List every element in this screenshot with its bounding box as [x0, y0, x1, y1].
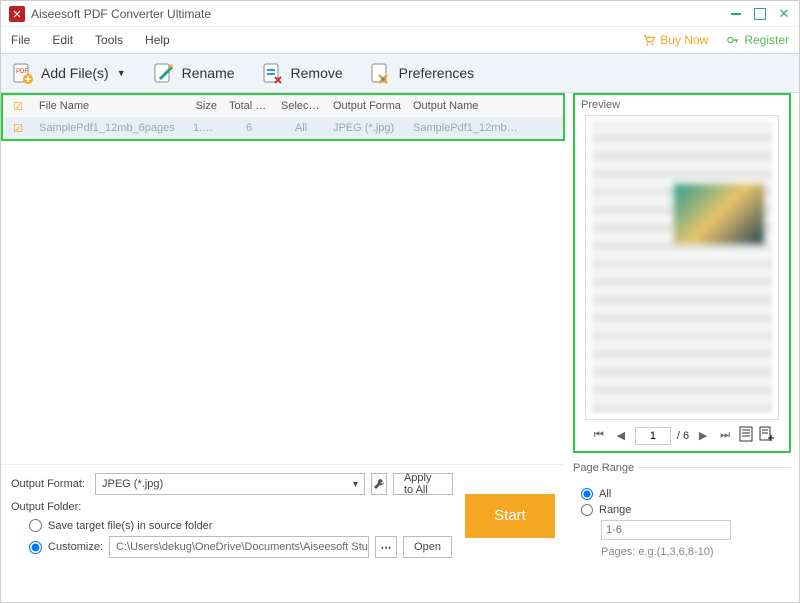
- add-page-icon[interactable]: [759, 426, 773, 445]
- preferences-button[interactable]: Preferences: [369, 61, 474, 85]
- table-header: ☑ File Name Size Total Pag Selected Outp…: [1, 93, 565, 117]
- preview-image: [585, 115, 779, 420]
- preferences-label: Preferences: [399, 65, 474, 81]
- remove-button[interactable]: Remove: [261, 61, 343, 85]
- row-selected: All: [275, 122, 327, 134]
- page-range-hint: Pages: e.g.(1,3,6,8-10): [601, 546, 791, 558]
- next-page-button[interactable]: ▶: [695, 429, 711, 442]
- row-size: 1.12 MB: [187, 122, 223, 134]
- customize-label: Customize:: [48, 541, 103, 553]
- page-range-heading: Page Range: [573, 462, 638, 474]
- output-format-value: JPEG (*.jpg): [102, 478, 163, 490]
- header-size[interactable]: Size: [187, 100, 223, 112]
- preview-title: Preview: [581, 99, 783, 111]
- page-range-range-label: Range: [599, 504, 631, 516]
- header-output-name[interactable]: Output Name: [407, 100, 527, 112]
- dropdown-caret-icon: ▼: [117, 68, 126, 78]
- single-page-icon[interactable]: [739, 426, 753, 445]
- menu-tools[interactable]: Tools: [95, 33, 123, 47]
- customize-radio[interactable]: [29, 541, 42, 554]
- preview-panel: Preview ⏮ ◀ / 6 ▶ ⏭: [573, 93, 791, 453]
- buy-now-link[interactable]: Buy Now: [642, 33, 708, 47]
- page-range-all-radio[interactable]: [581, 488, 593, 500]
- output-format-label: Output Format:: [11, 478, 89, 490]
- header-output-format[interactable]: Output Forma: [327, 100, 407, 112]
- menu-file[interactable]: File: [11, 33, 30, 47]
- row-checkbox[interactable]: ☑: [3, 122, 33, 135]
- minimize-button[interactable]: [729, 7, 743, 21]
- toolbar: PDF Add File(s) ▼ Rename Remove Preferen…: [1, 53, 799, 93]
- header-checkbox[interactable]: ☑: [3, 100, 33, 113]
- menubar: File Edit Tools Help Buy Now Register: [1, 27, 799, 53]
- select-caret-icon: ▾: [353, 479, 358, 490]
- save-source-label: Save target file(s) in source folder: [48, 520, 212, 532]
- rename-icon: [152, 61, 176, 85]
- app-icon: [9, 6, 25, 22]
- bottom-panel: Output Format: JPEG (*.jpg) ▾ Apply to A…: [1, 464, 565, 566]
- register-label: Register: [744, 33, 789, 47]
- buy-now-label: Buy Now: [660, 33, 708, 47]
- file-rows-highlight: ☑ SamplePdf1_12mb_6pages 1.12 MB 6 All J…: [1, 117, 565, 141]
- prev-page-button[interactable]: ◀: [613, 429, 629, 442]
- open-folder-button[interactable]: Open: [403, 536, 452, 558]
- row-output-name: SamplePdf1_12mb_6pages: [407, 122, 527, 134]
- apply-to-all-button[interactable]: Apply to All: [393, 473, 453, 495]
- output-format-select[interactable]: JPEG (*.jpg) ▾: [95, 473, 365, 495]
- header-selected[interactable]: Selected: [275, 100, 327, 112]
- page-range-all-label: All: [599, 488, 611, 500]
- output-path[interactable]: C:\Users\dekug\OneDrive\Documents\Aisees…: [109, 536, 369, 558]
- save-source-radio[interactable]: [29, 519, 42, 532]
- page-range-input[interactable]: [601, 520, 731, 540]
- last-page-button[interactable]: ⏭: [717, 429, 733, 442]
- preferences-icon: [369, 61, 393, 85]
- table-row[interactable]: ☑ SamplePdf1_12mb_6pages 1.12 MB 6 All J…: [3, 117, 563, 139]
- register-link[interactable]: Register: [726, 33, 789, 47]
- row-total-pages: 6: [223, 122, 275, 134]
- close-button[interactable]: [777, 7, 791, 21]
- cart-icon: [642, 33, 656, 47]
- page-total: / 6: [677, 430, 689, 442]
- add-files-label: Add File(s): [41, 65, 109, 81]
- first-page-button[interactable]: ⏮: [591, 429, 607, 442]
- browse-path-button[interactable]: ⋯: [375, 536, 397, 558]
- file-list-empty-area: [1, 141, 565, 464]
- rename-label: Rename: [182, 65, 235, 81]
- header-total-pages[interactable]: Total Pag: [223, 100, 275, 112]
- menu-help[interactable]: Help: [145, 33, 170, 47]
- window-title: Aiseesoft PDF Converter Ultimate: [31, 7, 211, 21]
- pdf-add-icon: PDF: [11, 61, 35, 85]
- pager: ⏮ ◀ / 6 ▶ ⏭: [581, 426, 783, 445]
- svg-text:PDF: PDF: [16, 69, 28, 75]
- page-input[interactable]: [635, 427, 671, 445]
- menu-edit[interactable]: Edit: [52, 33, 73, 47]
- start-button[interactable]: Start: [465, 494, 555, 538]
- format-settings-button[interactable]: [371, 473, 387, 495]
- page-range-panel: Page Range All Range Pages: e.g.(1,3,6,8…: [573, 467, 791, 558]
- row-output-format: JPEG (*.jpg): [327, 122, 407, 134]
- page-range-range-radio[interactable]: [581, 504, 593, 516]
- maximize-button[interactable]: [753, 7, 767, 21]
- rename-button[interactable]: Rename: [152, 61, 235, 85]
- row-file-name: SamplePdf1_12mb_6pages: [33, 122, 187, 134]
- titlebar: Aiseesoft PDF Converter Ultimate: [1, 1, 799, 27]
- header-file-name[interactable]: File Name: [33, 100, 187, 112]
- remove-label: Remove: [291, 65, 343, 81]
- remove-icon: [261, 61, 285, 85]
- key-icon: [726, 33, 740, 47]
- add-files-button[interactable]: PDF Add File(s) ▼: [11, 61, 126, 85]
- wrench-icon: [373, 478, 385, 490]
- output-folder-label: Output Folder:: [11, 501, 89, 513]
